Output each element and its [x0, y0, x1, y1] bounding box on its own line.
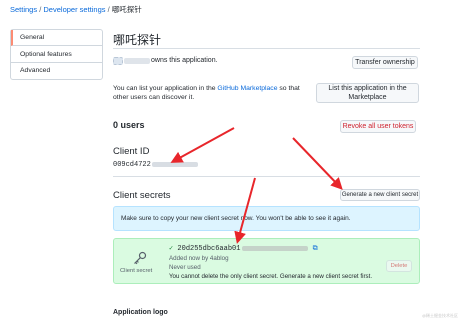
- check-icon: ✓: [169, 245, 174, 253]
- secret-redacted: [242, 245, 309, 251]
- breadcrumb: Settings / Developer settings / 哪吒探针: [10, 4, 142, 15]
- owner-text: owns this application.: [151, 57, 218, 64]
- owner-avatar: [113, 57, 123, 65]
- owner-name-redacted[interactable]: [124, 58, 150, 64]
- client-id-redacted: [151, 161, 198, 167]
- client-secret-label: Client secret: [120, 268, 153, 274]
- secret-value-row: ✓ 20d255dbc6aab01 ⧉: [169, 244, 318, 253]
- generate-client-secret-button[interactable]: Generate a new client secret: [340, 189, 420, 201]
- notice-banner: Make sure to copy your new client secret…: [113, 206, 420, 231]
- breadcrumb-separator: /: [107, 5, 110, 14]
- key-icon: [134, 251, 147, 265]
- marketplace-text-1: You can list your application in the: [113, 85, 216, 92]
- sidebar-item-advanced[interactable]: Advanced: [11, 63, 102, 79]
- divider: [113, 176, 420, 177]
- divider: [113, 48, 420, 49]
- client-secrets-heading: Client secrets: [113, 190, 171, 201]
- list-in-marketplace-button[interactable]: List this application in the Marketplace: [316, 83, 419, 103]
- breadcrumb-developer-settings[interactable]: Developer settings: [43, 5, 105, 14]
- delete-secret-button[interactable]: Delete: [386, 260, 412, 272]
- marketplace-link[interactable]: GitHub Marketplace: [217, 85, 277, 92]
- secret-warning: You cannot delete the only client secret…: [169, 273, 373, 280]
- arrow-to-generate-button: [292, 137, 343, 190]
- application-logo-heading: Application logo: [113, 309, 168, 316]
- breadcrumb-separator: /: [39, 5, 42, 14]
- marketplace-description: You can list your application in the Git…: [113, 84, 315, 102]
- watermark: @稀土掘金技术社区: [422, 313, 459, 318]
- secret-value[interactable]: 20d255dbc6aab01: [177, 245, 240, 253]
- transfer-ownership-button[interactable]: Transfer ownership: [352, 56, 418, 69]
- secret-usage: Never used: [169, 264, 201, 271]
- arrow-to-client-id: [170, 127, 235, 163]
- client-id-text: 009cd4722: [113, 161, 151, 169]
- breadcrumb-settings[interactable]: Settings: [10, 5, 37, 14]
- breadcrumb-current-app: 哪吒探针: [111, 5, 142, 14]
- client-id-heading: Client ID: [113, 146, 150, 157]
- client-id-value[interactable]: 009cd4722: [113, 161, 198, 169]
- users-count: 0 users: [113, 120, 145, 130]
- sidebar: General Optional features Advanced: [10, 29, 103, 80]
- copy-icon[interactable]: ⧉: [313, 244, 318, 252]
- sidebar-item-general[interactable]: General: [11, 30, 102, 46]
- revoke-all-user-tokens-button[interactable]: Revoke all user tokens: [340, 120, 416, 133]
- client-secret-box: Client secret ✓ 20d255dbc6aab01 ⧉ Added …: [113, 238, 420, 284]
- sidebar-item-optional-features[interactable]: Optional features: [11, 46, 102, 63]
- page-title: 哪吒探针: [113, 33, 162, 47]
- notice-text: Make sure to copy your new client secret…: [121, 215, 351, 222]
- secret-added-by: Added now by 4ablog: [169, 255, 229, 262]
